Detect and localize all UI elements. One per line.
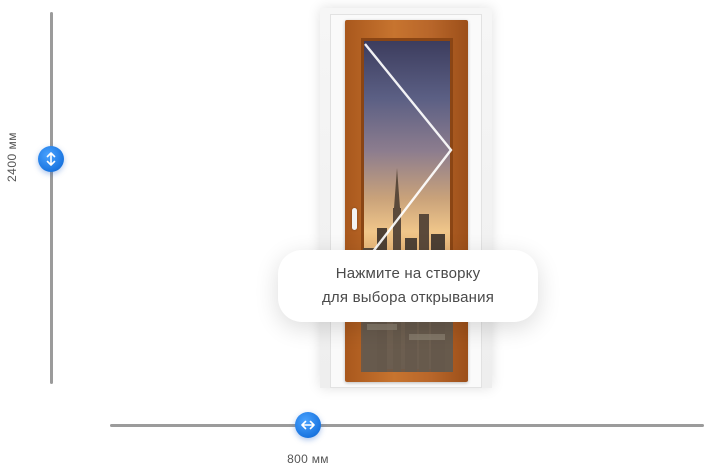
opening-hint-tooltip: Нажмите на створку для выбора открывания <box>278 250 538 322</box>
height-slider-track[interactable] <box>50 12 53 384</box>
horizontal-arrows-icon <box>301 420 315 430</box>
vertical-arrows-icon <box>46 152 56 166</box>
height-value-label: 2400 мм <box>5 131 19 183</box>
width-slider-handle[interactable] <box>295 412 321 438</box>
tooltip-line-1: Нажмите на створку <box>335 265 481 282</box>
height-slider-handle[interactable] <box>38 146 64 172</box>
width-slider-track[interactable] <box>110 424 704 427</box>
width-value-label: 800 мм <box>287 452 329 466</box>
window-handle <box>352 208 357 230</box>
tooltip-line-2: для выбора открывания <box>321 289 495 306</box>
